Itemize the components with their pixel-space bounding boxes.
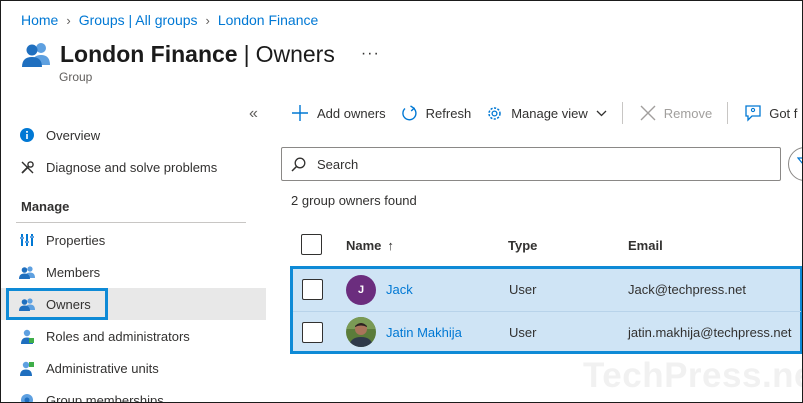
- sidebar-item-label: Group memberships: [46, 392, 164, 403]
- add-owners-label: Add owners: [317, 105, 386, 121]
- app-frame: Home › Groups | All groups › London Fina…: [0, 0, 803, 403]
- sidebar-item-label: Members: [46, 264, 101, 280]
- watermark: TechPress.net: [583, 356, 803, 395]
- members-icon: [19, 264, 35, 280]
- avatar: J: [346, 274, 376, 305]
- profile-photo-icon: [346, 317, 376, 347]
- chevron-right-icon: ›: [205, 12, 210, 28]
- title-row: London Finance | Owners ···: [21, 39, 380, 69]
- owner-name-link[interactable]: Jatin Makhija: [386, 325, 462, 340]
- breadcrumb-group[interactable]: London Finance: [218, 12, 318, 28]
- breadcrumb: Home › Groups | All groups › London Fina…: [21, 12, 318, 28]
- info-icon: [19, 127, 35, 143]
- section-heading-manage: Manage: [21, 199, 70, 214]
- manage-view-button[interactable]: Manage view: [486, 105, 607, 122]
- group-memberships-icon: [19, 392, 35, 402]
- close-icon: [640, 105, 656, 121]
- owner-email: jatin.makhija@techpress.net: [628, 324, 792, 340]
- row-checkbox[interactable]: [302, 321, 323, 343]
- avatar-initial: J: [357, 283, 365, 296]
- feedback-label: Got f: [769, 105, 798, 121]
- filter-button[interactable]: [788, 147, 802, 181]
- row-checkbox[interactable]: [302, 279, 323, 300]
- sidebar-item-label: Administrative units: [46, 360, 159, 376]
- owners-table-body: J Jack User Jack@techpress.net Jatin Mak…: [290, 266, 802, 354]
- remove-button[interactable]: Remove: [640, 105, 712, 121]
- search-box: [281, 147, 781, 181]
- feedback-button[interactable]: Got f: [745, 104, 798, 122]
- breadcrumb-home[interactable]: Home: [21, 12, 58, 28]
- page-title: London Finance | Owners: [60, 41, 335, 68]
- sidebar: « Overview Diagnose and solve problems M…: [1, 97, 269, 403]
- section-divider: [16, 222, 246, 223]
- sidebar-item-owners[interactable]: Owners: [1, 288, 266, 320]
- group-icon: [22, 43, 50, 67]
- sort-ascending-icon: ↑: [387, 237, 394, 253]
- breadcrumb-groups[interactable]: Groups | All groups: [79, 12, 198, 28]
- owner-type: User: [509, 282, 537, 297]
- sidebar-item-label: Roles and administrators: [46, 328, 190, 344]
- plus-icon: [291, 104, 309, 122]
- sidebar-item-roles[interactable]: Roles and administrators: [1, 320, 266, 352]
- owners-count: 2 group owners found: [291, 193, 417, 208]
- sidebar-item-diagnose[interactable]: Diagnose and solve problems: [1, 151, 266, 183]
- table-row[interactable]: Jatin Makhija User jatin.makhija@techpre…: [293, 311, 801, 352]
- admin-units-icon: [19, 360, 35, 376]
- manage-view-label: Manage view: [511, 105, 588, 121]
- remove-label: Remove: [663, 105, 713, 121]
- toolbar-divider: [621, 102, 623, 124]
- page-title-group: London Finance: [60, 40, 238, 67]
- roles-icon: [19, 328, 35, 344]
- owner-name-link[interactable]: Jack: [386, 282, 413, 297]
- refresh-icon: [401, 104, 418, 122]
- table-row[interactable]: J Jack User Jack@techpress.net: [293, 269, 801, 310]
- more-options-button[interactable]: ···: [361, 45, 380, 63]
- refresh-button[interactable]: Refresh: [401, 104, 472, 122]
- owner-email: Jack@techpress.net: [628, 282, 746, 297]
- sidebar-item-overview[interactable]: Overview: [1, 119, 266, 151]
- sidebar-item-label: Diagnose and solve problems: [46, 159, 218, 175]
- sidebar-item-properties[interactable]: Properties: [1, 224, 266, 256]
- sidebar-item-label: Properties: [46, 232, 106, 248]
- page-title-separator: |: [243, 40, 250, 67]
- selection-highlight: [6, 288, 108, 320]
- chevron-down-icon: [596, 110, 607, 117]
- feedback-icon: [745, 104, 761, 122]
- column-header-email[interactable]: Email: [628, 238, 663, 253]
- column-header-name[interactable]: Name ↑: [346, 238, 394, 253]
- add-owners-button[interactable]: Add owners: [291, 104, 386, 122]
- column-header-name-label: Name: [346, 237, 382, 253]
- properties-icon: [19, 232, 35, 248]
- page-title-section: Owners: [255, 40, 335, 67]
- avatar: [346, 317, 376, 347]
- search-input[interactable]: [317, 156, 757, 172]
- wrench-icon: [19, 159, 35, 175]
- chevron-right-icon: ›: [66, 12, 71, 28]
- refresh-label: Refresh: [425, 105, 472, 121]
- search-icon: [291, 157, 306, 172]
- select-all-checkbox[interactable]: [301, 234, 322, 255]
- column-header-type[interactable]: Type: [508, 238, 537, 253]
- page-subtitle: Group: [59, 70, 93, 84]
- sidebar-item-group-memberships[interactable]: Group memberships: [1, 384, 266, 403]
- sidebar-item-label: Overview: [46, 127, 101, 143]
- filter-icon: [797, 157, 802, 171]
- table-header: Name ↑ Type Email: [291, 229, 802, 261]
- toolbar: Add owners Refresh Manage view Remove Go…: [291, 97, 802, 129]
- sidebar-item-admin-units[interactable]: Administrative units: [1, 352, 266, 384]
- toolbar-divider: [727, 102, 729, 124]
- owner-type: User: [509, 324, 537, 340]
- sidebar-item-members[interactable]: Members: [1, 256, 266, 288]
- gear-icon: [486, 105, 503, 122]
